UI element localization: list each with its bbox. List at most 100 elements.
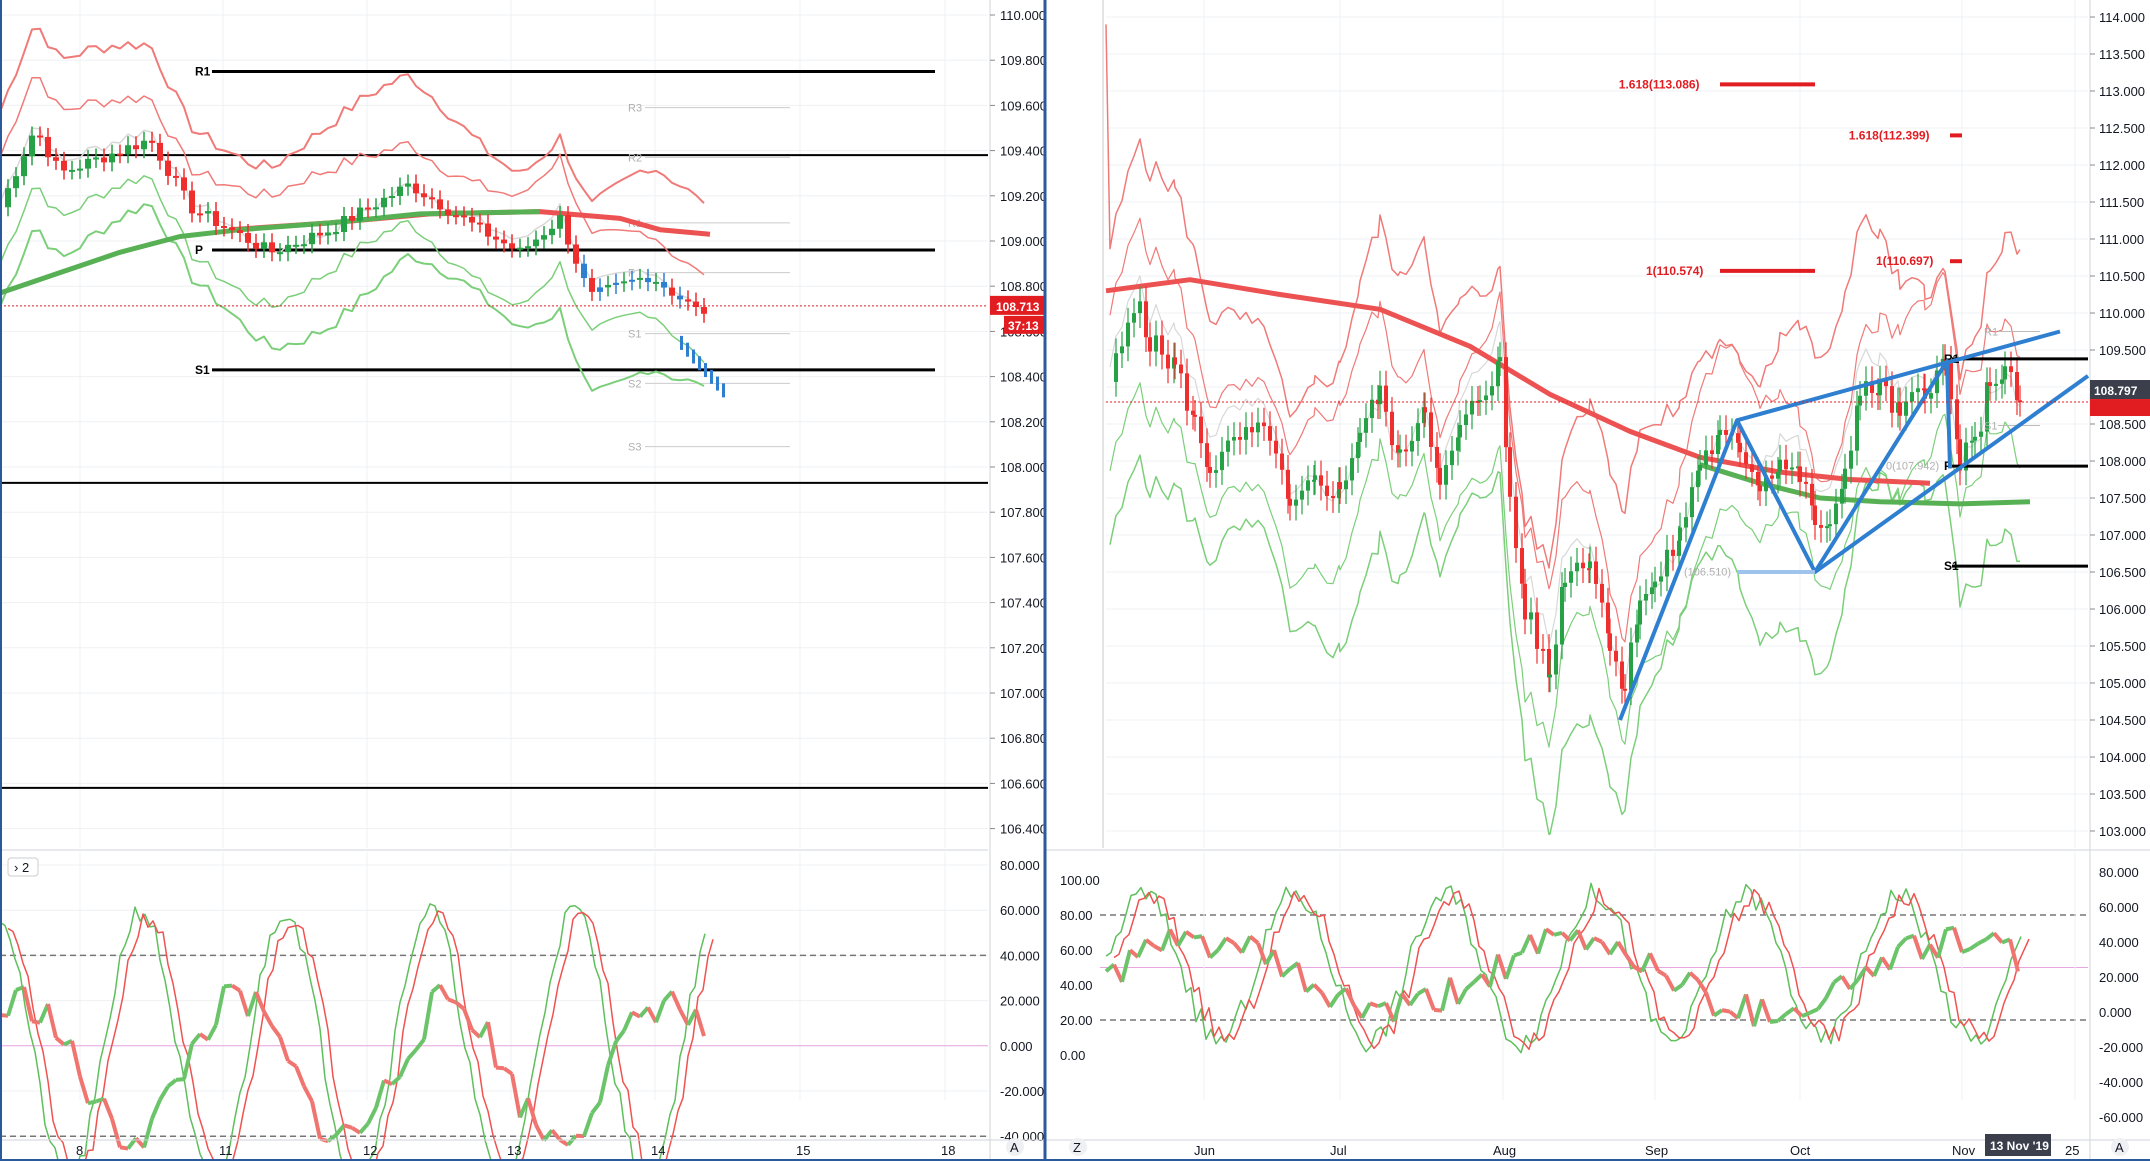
candle-body [485, 223, 491, 237]
ui-widgets[interactable]: › 2 A Z A [7, 857, 2129, 1156]
osc-left-tick-label: 100.00 [1060, 873, 1100, 888]
osc-slow-segment [1816, 996, 1828, 1011]
date-tag: 13 Nov '19 [1990, 1139, 2049, 1153]
price-tick-label: 109.600 [1000, 98, 1047, 113]
candle-body [1220, 451, 1224, 471]
candle-body [1575, 562, 1579, 572]
forecast-bar [722, 383, 725, 398]
candle-body [1828, 524, 1832, 527]
candle-body [1398, 449, 1402, 453]
candle-body [181, 177, 187, 191]
candle-body [61, 160, 67, 171]
osc-tick-label: 60.000 [1000, 903, 1040, 918]
osc-slow-segment [1520, 934, 1532, 954]
candle-body [1970, 440, 1974, 443]
candle-body [1904, 401, 1908, 416]
osc-slow-segment [1136, 938, 1148, 958]
osc-slow-segment [654, 999, 666, 1024]
upper-band-inner [0, 76, 705, 276]
osc-slow-segment [1721, 1008, 1731, 1014]
osc-tick-label: -20.000 [1000, 1084, 1044, 1099]
candle-body [1554, 644, 1558, 675]
osc-right-tick-label: 40.000 [2099, 935, 2139, 950]
candle-body [229, 227, 235, 231]
left-oscillator[interactable]: 80.00060.00040.00020.0000.000-20.000-40.… [0, 849, 1045, 1161]
osc-right-tick-label: 20.000 [2099, 970, 2139, 985]
price-tick-label: 110.000 [1000, 8, 1046, 23]
osc-slow-segment [1248, 934, 1260, 945]
right-price-axis[interactable]: 114.000 113.500 113.000 112.500 112.000 111.5… [2089, 0, 2150, 1161]
osc-slow-segment [558, 1138, 570, 1147]
candle-body [581, 263, 587, 279]
osc-slow-segment [1824, 981, 1836, 1000]
candle-body [1256, 422, 1260, 433]
candle-body [1898, 402, 1902, 416]
osc-slow-segment [230, 983, 242, 993]
osc-left-tick-label: 80.00 [1060, 908, 1093, 923]
osc-slow-segment [1801, 1010, 1811, 1019]
osc-slow-segment [1712, 1008, 1724, 1018]
candle-body [29, 135, 35, 157]
candle-body [1232, 437, 1236, 441]
osc-slow-segment [1576, 929, 1588, 951]
candle-body [357, 207, 363, 221]
candle-body [1541, 648, 1545, 651]
fib-label: 1.618(113.086) [1619, 77, 1700, 91]
candle-body [261, 242, 267, 249]
candle-body [1179, 364, 1183, 374]
candle-body [1744, 452, 1748, 465]
candle-body [1144, 301, 1148, 338]
time-tick-label: 14 [651, 1143, 665, 1158]
candle-body [1650, 587, 1654, 595]
candle-body [405, 183, 411, 187]
osc-tick-label: 80.000 [1000, 858, 1040, 873]
osc-slow-segment [46, 1003, 58, 1039]
candle-body [413, 183, 419, 194]
osc-fast-green [1105, 882, 2022, 1054]
price-tick-label: 107.000 [2099, 528, 2146, 543]
candle-body [1994, 383, 1998, 386]
price-tick-label: 111.500 [2099, 195, 2144, 210]
osc-slow-segment [1224, 936, 1236, 945]
osc-tick-label: 40.000 [1000, 948, 1040, 963]
price-tick-label: 110.500 [2099, 269, 2145, 284]
candle-body [1435, 446, 1439, 468]
osc-slow-segment [1360, 1002, 1372, 1019]
price-tick-label: 108.400 [1000, 370, 1047, 385]
time-tick-label: Aug [1493, 1143, 1516, 1158]
price-tick-label: 107.400 [1000, 596, 1047, 611]
candle-body [141, 140, 147, 150]
fib-label: 1(110.574) [1646, 264, 1703, 278]
lower-band-outer [1109, 454, 2021, 836]
faint-pivot-label: S3 [628, 442, 641, 454]
osc-slow-segment [1760, 998, 1772, 1023]
right-oscillator[interactable]: 100.00 80.00 60.00 40.00 20.00 0.00 80.000 60.0… [1045, 849, 2150, 1158]
candle-body [165, 160, 171, 176]
candle-body [1390, 411, 1394, 446]
osc-slow-segment [1977, 937, 1987, 946]
osc-slow-segment [1920, 943, 1932, 961]
faint-pivot-label: R1 [1984, 327, 1998, 339]
osc-slow-segment [150, 1099, 162, 1120]
candle-body [1185, 373, 1189, 411]
left-price-axis[interactable]: 110.000 109.800 109.600 109.400 109.200 109.0… [989, 0, 1047, 1161]
candle-body [1410, 440, 1414, 452]
osc-slow-segment [1120, 949, 1132, 983]
left-price-chart[interactable]: R1PS1R3R2R1PS1S2S3 [0, 0, 988, 848]
right-price-chart[interactable]: R1PS1R1S11.618(113.086)1.618(112.399)1(1… [1105, 0, 2090, 848]
osc-slow-segment [495, 1065, 505, 1071]
osc-slow-segment [1648, 952, 1660, 972]
candle-body [1484, 395, 1488, 401]
candle-body [1678, 527, 1682, 541]
upper-band-outer [0, 27, 705, 204]
candle-body [2015, 372, 2019, 401]
osc-slow-segment [1176, 930, 1188, 947]
candle-body [1750, 464, 1754, 472]
osc-slow-segment [1280, 967, 1292, 978]
candle-body [1498, 357, 1502, 362]
forecast-bar [698, 356, 701, 371]
osc-slow-segment [1896, 936, 1908, 949]
price-tick-label: 107.800 [1000, 505, 1047, 520]
candle-body [1331, 495, 1335, 499]
candle-body [373, 207, 379, 210]
